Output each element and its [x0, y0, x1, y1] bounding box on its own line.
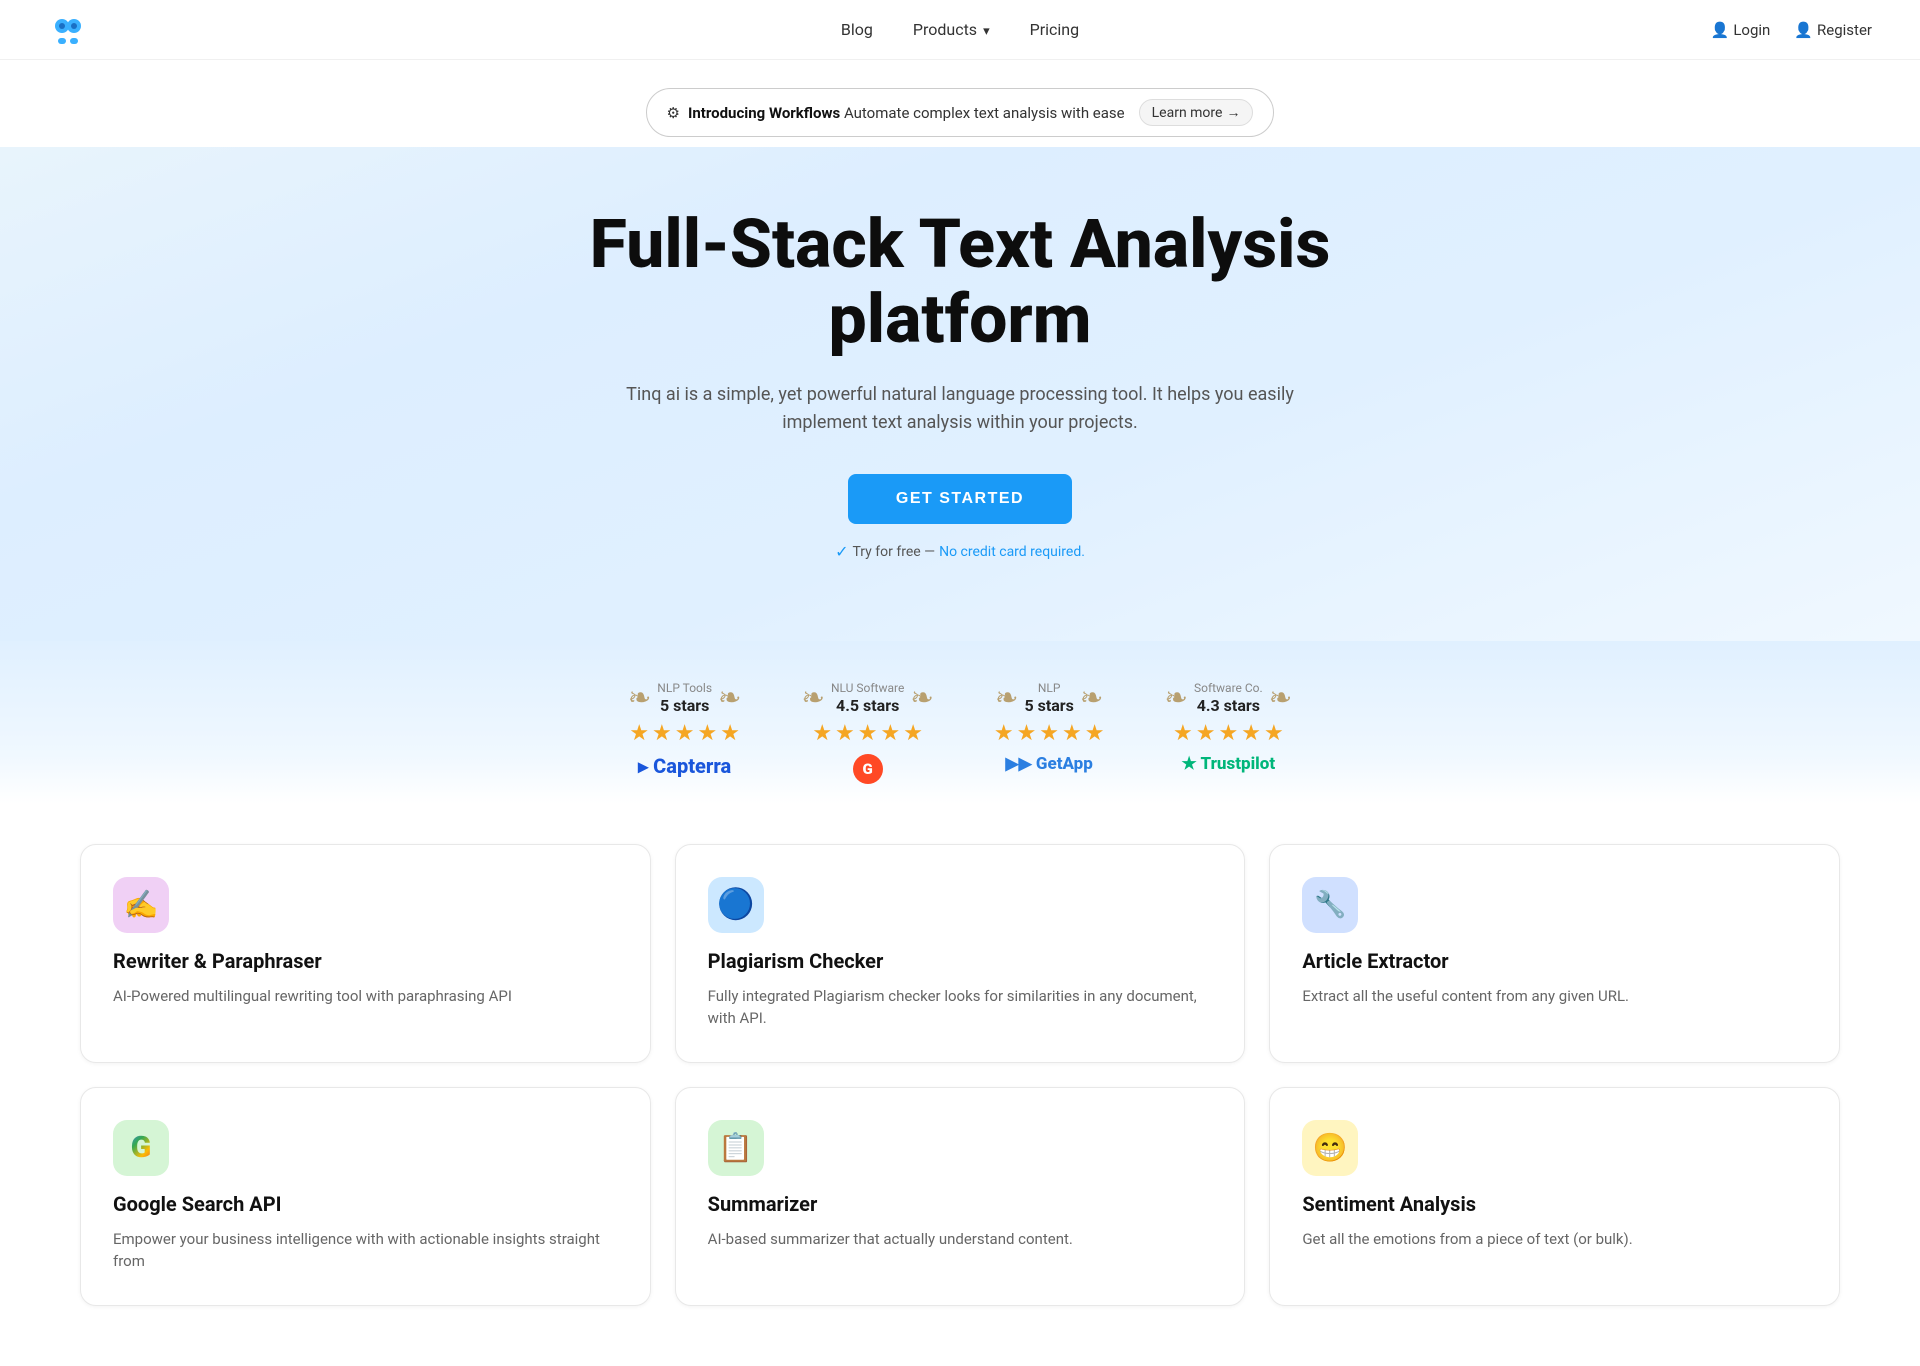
product-name-rewriter: Rewriter & Paraphraser	[113, 949, 618, 973]
products-section: ✍️ Rewriter & Paraphraser AI-Powered mul…	[0, 804, 1920, 1366]
product-card-rewriter[interactable]: ✍️ Rewriter & Paraphraser AI-Powered mul…	[80, 844, 651, 1063]
no-credit-card-link[interactable]: No credit card required.	[939, 544, 1085, 560]
products-dropdown-chevron	[981, 20, 990, 39]
rating-badge: ❧ NLP 5 stars ❧	[995, 681, 1103, 715]
trustpilot-logo: ★ Trustpilot	[1182, 754, 1276, 774]
nav-blog[interactable]: Blog	[841, 20, 873, 39]
product-card-sentiment-analysis[interactable]: 😁 Sentiment Analysis Get all the emotion…	[1269, 1087, 1840, 1306]
product-icon-plagiarism: 🔵	[708, 877, 764, 933]
product-name-plagiarism: Plagiarism Checker	[708, 949, 1213, 973]
star-row: ★★★★★	[629, 721, 740, 746]
rating-block-nlp: ❧ NLP 5 stars ❧ ★★★★★ ▶▶ GetApp	[994, 681, 1105, 784]
announcement-banner: ⚙ Introducing Workflows Automate complex…	[0, 60, 1920, 147]
navbar: Blog Products Pricing 👤 Login 👤 Register	[0, 0, 1920, 60]
checkmark-icon: ✓	[835, 542, 848, 561]
getapp-logo: ▶▶ GetApp	[1006, 754, 1093, 774]
product-description-plagiarism: Fully integrated Plagiarism checker look…	[708, 985, 1213, 1030]
product-description-rewriter: AI-Powered multilingual rewriting tool w…	[113, 985, 618, 1008]
product-name-sentiment-analysis: Sentiment Analysis	[1302, 1192, 1807, 1216]
product-icon-rewriter: ✍️	[113, 877, 169, 933]
product-icon-google-search: G	[113, 1120, 169, 1176]
star-row: ★★★★★	[812, 721, 923, 746]
laurel-left-icon: ❧	[1165, 681, 1188, 714]
person-add-icon: 👤	[1794, 21, 1813, 39]
login-link[interactable]: 👤 Login	[1711, 21, 1771, 39]
product-card-google-search[interactable]: G Google Search API Empower your busines…	[80, 1087, 651, 1306]
product-description-article-extractor: Extract all the useful content from any …	[1302, 985, 1807, 1008]
product-description-google-search: Empower your business intelligence with …	[113, 1228, 618, 1273]
product-name-summarizer: Summarizer	[708, 1192, 1213, 1216]
g2-logo: G	[853, 754, 883, 784]
hero-section: Full-Stack Text Analysis platform Tinq a…	[0, 147, 1920, 641]
product-description-summarizer: AI-based summarizer that actually unders…	[708, 1228, 1213, 1251]
rating-badge: ❧ NLU Software 4.5 stars ❧	[801, 681, 933, 715]
product-icon-sentiment-analysis: 😁	[1302, 1120, 1358, 1176]
products-grid: ✍️ Rewriter & Paraphraser AI-Powered mul…	[80, 844, 1840, 1306]
platform-logo: G	[853, 754, 883, 784]
logo[interactable]	[48, 10, 88, 50]
product-card-summarizer[interactable]: 📋 Summarizer AI-based summarizer that ac…	[675, 1087, 1246, 1306]
laurel-right-icon: ❧	[1080, 681, 1103, 714]
arrow-icon: →	[1226, 104, 1240, 121]
nav-pricing[interactable]: Pricing	[1030, 20, 1080, 39]
platform-logo: ▸ Capterra	[638, 754, 731, 778]
rating-stars-text: 5 stars	[660, 696, 709, 715]
laurel-right-icon: ❧	[910, 681, 933, 714]
register-link[interactable]: 👤 Register	[1794, 21, 1872, 39]
rating-badge: ❧ NLP Tools 5 stars ❧	[628, 681, 742, 715]
rating-block-nlu-software: ❧ NLU Software 4.5 stars ❧ ★★★★★ G	[801, 681, 933, 784]
laurel-left-icon: ❧	[801, 681, 824, 714]
laurel-right-icon: ❧	[718, 681, 741, 714]
product-card-plagiarism[interactable]: 🔵 Plagiarism Checker Fully integrated Pl…	[675, 844, 1246, 1063]
nav-auth: 👤 Login 👤 Register	[1711, 21, 1872, 39]
laurel-left-icon: ❧	[995, 681, 1018, 714]
star-row: ★★★★★	[994, 721, 1105, 746]
person-icon: 👤	[1711, 21, 1730, 39]
banner-pill[interactable]: ⚙ Introducing Workflows Automate complex…	[646, 88, 1275, 137]
hero-subtitle: Tinq ai is a simple, yet powerful natura…	[620, 381, 1300, 439]
workflow-icon: ⚙	[667, 104, 680, 122]
rating-category: NLU Software	[831, 681, 904, 695]
rating-category: NLP Tools	[657, 681, 712, 695]
rating-category: Software Co.	[1194, 681, 1263, 695]
capterra-logo: ▸ Capterra	[638, 754, 731, 778]
product-card-article-extractor[interactable]: 🔧 Article Extractor Extract all the usef…	[1269, 844, 1840, 1063]
rating-stars-text: 4.3 stars	[1197, 696, 1260, 715]
laurel-left-icon: ❧	[628, 681, 651, 714]
platform-logo: ▶▶ GetApp	[1006, 754, 1093, 774]
product-icon-summarizer: 📋	[708, 1120, 764, 1176]
product-name-article-extractor: Article Extractor	[1302, 949, 1807, 973]
laurel-right-icon: ❧	[1269, 681, 1292, 714]
nav-links: Blog Products Pricing	[841, 20, 1079, 39]
rating-block-software-co: ❧ Software Co. 4.3 stars ❧ ★★★★★ ★ Trust…	[1165, 681, 1293, 784]
get-started-button[interactable]: GET STARTED	[848, 474, 1072, 524]
hero-title: Full-Stack Text Analysis platform	[510, 207, 1410, 357]
product-icon-article-extractor: 🔧	[1302, 877, 1358, 933]
hero-try-text: ✓ Try for free — No credit card required…	[40, 542, 1880, 561]
star-row: ★★★★★	[1173, 721, 1284, 746]
learn-more-button[interactable]: Learn more →	[1139, 99, 1254, 126]
rating-stars-text: 5 stars	[1024, 696, 1073, 715]
product-description-sentiment-analysis: Get all the emotions from a piece of tex…	[1302, 1228, 1807, 1251]
rating-category: NLP	[1038, 681, 1061, 695]
product-name-google-search: Google Search API	[113, 1192, 618, 1216]
banner-desc: Automate complex text analysis with ease	[844, 104, 1125, 122]
banner-bold: Introducing Workflows	[688, 104, 840, 122]
rating-block-nlp-tools: ❧ NLP Tools 5 stars ❧ ★★★★★ ▸ Capterra	[628, 681, 742, 784]
nav-products[interactable]: Products	[913, 20, 990, 39]
ratings-section: ❧ NLP Tools 5 stars ❧ ★★★★★ ▸ Capterra ❧…	[0, 641, 1920, 804]
rating-stars-text: 4.5 stars	[836, 696, 899, 715]
platform-logo: ★ Trustpilot	[1182, 754, 1276, 774]
rating-badge: ❧ Software Co. 4.3 stars ❧	[1165, 681, 1293, 715]
